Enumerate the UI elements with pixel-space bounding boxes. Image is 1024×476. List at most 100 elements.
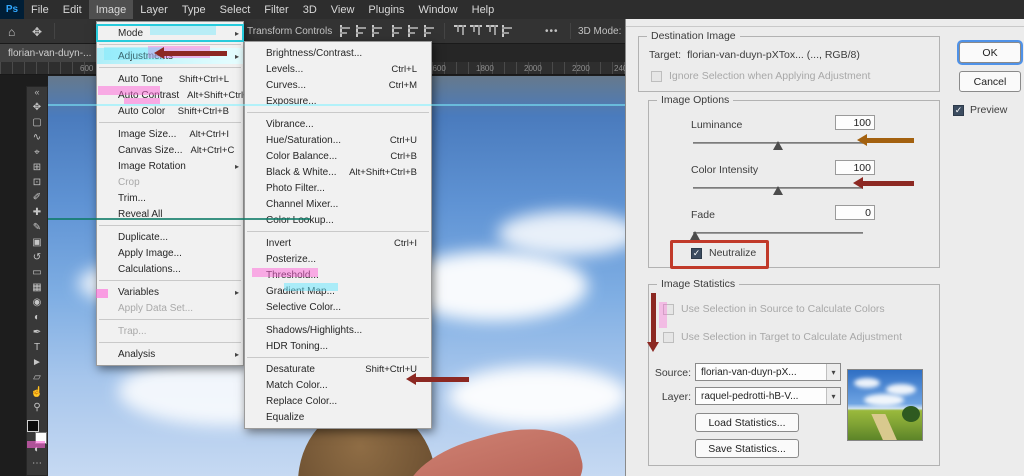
type-tool[interactable]: T: [27, 340, 47, 355]
menu-item[interactable]: Threshold... ▸: [245, 267, 431, 283]
luminance-slider-thumb[interactable]: [773, 141, 783, 150]
blur-tool[interactable]: ◉: [27, 295, 47, 310]
menu-item[interactable]: Auto Contrast Alt+Shift+Ctrl+L ▸: [97, 87, 243, 103]
menu-item[interactable]: Gradient Map... ▸: [245, 283, 431, 299]
menu-item[interactable]: Mode ▸: [97, 25, 243, 41]
menu-item[interactable]: Reveal All ▸: [97, 206, 243, 222]
history-brush-tool[interactable]: ↺: [27, 250, 47, 265]
menu-item[interactable]: Trap... ▸: [97, 323, 243, 339]
photoshop-logo[interactable]: Ps: [0, 0, 24, 19]
ok-button[interactable]: OK: [959, 42, 1021, 63]
menu-item[interactable]: Calculations... ▸: [97, 261, 243, 277]
more-options-icon[interactable]: •••: [545, 19, 559, 44]
menu-item[interactable]: Trim... ▸: [97, 190, 243, 206]
menubar-item[interactable]: Image: [89, 0, 134, 19]
align-center-icon[interactable]: [356, 25, 368, 37]
menu-item[interactable]: Canvas Size... Alt+Ctrl+C ▸: [97, 142, 243, 158]
ignore-selection-checkbox[interactable]: [651, 71, 662, 82]
color-intensity-slider[interactable]: [693, 187, 863, 189]
menubar-item[interactable]: Plugins: [361, 0, 411, 19]
menubar-item[interactable]: View: [324, 0, 362, 19]
fade-slider[interactable]: [693, 232, 863, 234]
menu-item[interactable]: Exposure... ▸: [245, 93, 431, 109]
menu-item[interactable]: Hue/Saturation... Ctrl+U ▸: [245, 132, 431, 148]
menubar-item[interactable]: Layer: [133, 0, 175, 19]
color-intensity-slider-thumb[interactable]: [773, 186, 783, 195]
foreground-color-swatch[interactable]: [27, 420, 39, 432]
menu-item[interactable]: Duplicate... ▸: [97, 229, 243, 245]
fade-slider-thumb[interactable]: [690, 231, 700, 240]
quick-selection-tool[interactable]: ⌖: [27, 145, 47, 160]
preview-checkbox[interactable]: ✓: [953, 105, 964, 116]
home-icon[interactable]: ⌂: [8, 19, 15, 44]
dropdown-arrow-icon[interactable]: ▾: [826, 388, 840, 404]
menu-item[interactable]: Photo Filter... ▸: [245, 180, 431, 196]
menu-item[interactable]: Desaturate Shift+Ctrl+U ▸: [245, 361, 431, 377]
menu-item[interactable]: Auto Color Shift+Ctrl+B ▸: [97, 103, 243, 119]
menu-item[interactable]: Channel Mixer... ▸: [245, 196, 431, 212]
menu-item[interactable]: Replace Color... ▸: [245, 393, 431, 409]
menubar-item[interactable]: Window: [412, 0, 465, 19]
crop-tool[interactable]: ⊞: [27, 160, 47, 175]
gradient-tool[interactable]: ▦: [27, 280, 47, 295]
distribute-vertical-icon[interactable]: [470, 25, 482, 37]
menu-item[interactable]: Vibrance... ▸: [245, 116, 431, 132]
background-color-swatch[interactable]: [35, 432, 47, 444]
eraser-tool[interactable]: ▭: [27, 265, 47, 280]
menu-item[interactable]: Match Color... ▸: [245, 377, 431, 393]
menu-item[interactable]: Variables ▸: [97, 284, 243, 300]
menu-item[interactable]: Apply Data Set... ▸: [97, 300, 243, 316]
menubar-item[interactable]: Edit: [56, 0, 89, 19]
align-left-icon[interactable]: [340, 25, 352, 37]
lasso-tool[interactable]: ∿: [27, 130, 47, 145]
menu-item[interactable]: Auto Tone Shift+Ctrl+L ▸: [97, 71, 243, 87]
path-selection-tool[interactable]: ►: [27, 355, 47, 370]
menu-item[interactable]: Black & White... Alt+Shift+Ctrl+B ▸: [245, 164, 431, 180]
menu-item[interactable]: Apply Image... ▸: [97, 245, 243, 261]
menu-item[interactable]: Posterize... ▸: [245, 251, 431, 267]
align-right-icon[interactable]: [372, 25, 384, 37]
color-intensity-value[interactable]: 100: [835, 160, 875, 175]
menu-item[interactable]: Color Balance... Ctrl+B ▸: [245, 148, 431, 164]
use-selection-target-checkbox[interactable]: [663, 332, 674, 343]
healing-brush-tool[interactable]: ✚: [27, 205, 47, 220]
menu-item[interactable]: Selective Color... ▸: [245, 299, 431, 315]
luminance-value[interactable]: 100: [835, 115, 875, 130]
menu-item[interactable]: Image Size... Alt+Ctrl+I ▸: [97, 126, 243, 142]
move-tool[interactable]: ✥: [27, 100, 47, 115]
menu-item[interactable]: Equalize ▸: [245, 409, 431, 425]
menu-item[interactable]: Analysis ▸: [97, 346, 243, 362]
menu-item[interactable]: Levels... Ctrl+L ▸: [245, 61, 431, 77]
frame-tool[interactable]: ⊡: [27, 175, 47, 190]
menu-item[interactable]: Image Rotation ▸: [97, 158, 243, 174]
source-dropdown[interactable]: florian-van-duyn-pX... ▾: [695, 363, 841, 381]
screen-mode-icon[interactable]: ⋯: [32, 458, 42, 472]
move-tool-icon[interactable]: ✥: [32, 19, 42, 44]
menubar-item[interactable]: 3D: [296, 0, 324, 19]
load-statistics-button[interactable]: Load Statistics...: [695, 413, 799, 432]
luminance-slider[interactable]: [693, 142, 863, 144]
hand-tool[interactable]: ☝: [27, 385, 47, 400]
fade-value[interactable]: 0: [835, 205, 875, 220]
pen-tool[interactable]: ✒: [27, 325, 47, 340]
menu-item[interactable]: Color Lookup... ▸: [245, 212, 431, 228]
marquee-tool[interactable]: ▢: [27, 115, 47, 130]
use-selection-source-checkbox[interactable]: [663, 304, 674, 315]
eyedropper-tool[interactable]: ✐: [27, 190, 47, 205]
cancel-button[interactable]: Cancel: [959, 71, 1021, 92]
menubar-item[interactable]: Help: [465, 0, 502, 19]
shape-tool[interactable]: ▱: [27, 370, 47, 385]
color-swatches[interactable]: [27, 420, 47, 444]
align-middle-icon[interactable]: [408, 25, 420, 37]
zoom-tool[interactable]: ⚲: [27, 400, 47, 415]
save-statistics-button[interactable]: Save Statistics...: [695, 439, 799, 458]
distribute-edges-icon[interactable]: [502, 25, 514, 37]
align-top-icon[interactable]: [392, 25, 404, 37]
distribute-spacing-icon[interactable]: [486, 25, 498, 37]
quick-mask-icon[interactable]: ◐: [34, 444, 40, 458]
menu-item[interactable]: Brightness/Contrast... ▸: [245, 45, 431, 61]
menubar-item[interactable]: Filter: [257, 0, 295, 19]
brush-tool[interactable]: ✎: [27, 220, 47, 235]
menu-item[interactable]: Curves... Ctrl+M ▸: [245, 77, 431, 93]
menubar-item[interactable]: File: [24, 0, 56, 19]
